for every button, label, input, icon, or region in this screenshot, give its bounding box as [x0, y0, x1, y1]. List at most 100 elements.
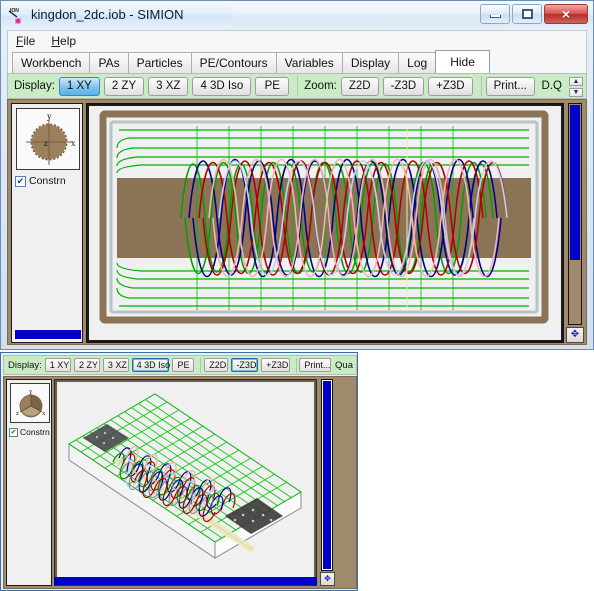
iso-zoom-button-minus-z3d[interactable]: -Z3D [231, 358, 259, 372]
iso-constrain-checkbox[interactable]: ✔ [9, 427, 18, 437]
iso-zoom-scrollbar-thumb[interactable] [323, 381, 331, 569]
svg-text:z: z [44, 138, 48, 148]
iso-toolbar-separator-2 [295, 357, 297, 373]
menu-item-help[interactable]: Help [51, 34, 76, 48]
iso-move-icon: ✥ [324, 574, 331, 583]
zoom-vertical-scrollbar[interactable] [568, 103, 582, 325]
iso-zoom-vertical-scrollbar[interactable] [321, 379, 333, 571]
spinner-up-button[interactable]: ▲ [569, 77, 583, 86]
toolbar-separator-1 [297, 76, 299, 96]
orientation-sphere-3d: y x z [16, 388, 46, 418]
display-toolbar: Display: 1 XY 2 ZY 3 XZ 4 3D Iso PE Zoom… [7, 73, 587, 99]
iso-display-button-3-xz[interactable]: 3 XZ [102, 358, 129, 372]
iso-zoom-button-z2d[interactable]: Z2D [204, 358, 229, 372]
iso-zoom-button-plus-z3d[interactable]: +Z3D [261, 358, 290, 372]
iso-orientation-panel: y x z ✔ Constrn [6, 379, 52, 586]
svg-text:x: x [71, 138, 76, 148]
display-button-3-xz[interactable]: 3 XZ [148, 76, 189, 96]
tab-hide[interactable]: Hide [435, 50, 490, 73]
svg-text:y: y [29, 388, 33, 395]
iso-display-button-1-xy[interactable]: 1 XY [44, 358, 72, 372]
constrain-row[interactable]: ✔ Constrn [15, 174, 81, 188]
orientation-horizontal-scrollbar[interactable] [15, 330, 81, 339]
zoom-button-plus-z3d[interactable]: +Z3D [428, 76, 473, 96]
menu-item-file[interactable]: File [16, 34, 35, 48]
display-button-pe[interactable]: PE [255, 76, 290, 96]
zoom-button-z2d[interactable]: Z2D [340, 76, 379, 96]
title-bar[interactable]: ION kingdon_2dc.iob - SIMION × [1, 1, 593, 29]
tab-log[interactable]: Log [398, 52, 437, 73]
pan-move-button[interactable]: ✥ [566, 327, 584, 343]
iso-constrain-label: Constrn [20, 427, 50, 437]
tab-display-label: Display [350, 56, 391, 70]
trajectory-viewport[interactable] [89, 106, 561, 340]
maximize-icon [521, 9, 533, 19]
move-icon: ✥ [570, 329, 580, 340]
display-button-4-3d-iso[interactable]: 4 3D Iso [192, 76, 252, 96]
simion-main-window: ION kingdon_2dc.iob - SIMION × File Help… [0, 0, 594, 350]
iso-workspace-area: y x z ✔ Constrn ✥ [3, 376, 357, 589]
print-button[interactable]: Print... [485, 76, 535, 96]
iso-plot-frame [54, 379, 317, 586]
zoom-toolbar-label: Zoom: [304, 80, 337, 92]
iso-display-button-pe[interactable]: PE [172, 358, 195, 372]
minimize-icon [489, 15, 501, 18]
workspace-area: y x z ✔ Constrn ✥ [7, 99, 587, 345]
iso-pan-move-button[interactable]: ✥ [320, 572, 335, 586]
iso-orientation-widget[interactable]: y x z [10, 383, 50, 423]
iso-print-button[interactable]: Print... [299, 358, 332, 372]
plot-frame [86, 103, 564, 343]
tab-bar: Workbench PAs Particles PE/Contours Vari… [7, 50, 587, 73]
zoom-scrollbar-thumb[interactable] [570, 105, 580, 260]
display-button-2-zy[interactable]: 2 ZY [103, 76, 145, 96]
trajectory-plot-3d-iso [57, 382, 314, 583]
close-icon: × [561, 6, 571, 22]
simion-ion-icon: ION [8, 8, 21, 24]
svg-text:y: y [47, 111, 52, 121]
overflow-label-dq: D.Q [541, 80, 562, 92]
minimize-button[interactable] [480, 4, 510, 24]
trajectory-plot-2d [89, 106, 559, 338]
iso-overflow-label-qua: Qua [335, 359, 353, 371]
iso-display-button-2-zy[interactable]: 2 ZY [74, 358, 100, 372]
window-title: kingdon_2dc.iob - SIMION [31, 7, 184, 22]
tab-display[interactable]: Display [341, 52, 400, 73]
simion-iso-window: Display: 1 XY 2 ZY 3 XZ 4 3D Iso PE Z2D … [0, 352, 358, 591]
constrain-label: Constrn [29, 175, 66, 187]
iso-constrain-row[interactable]: ✔ Constrn [9, 426, 51, 438]
tab-pe-contours-label: PE/Contours [199, 56, 268, 70]
display-button-1-xy[interactable]: 1 XY [58, 76, 100, 96]
tab-pas[interactable]: PAs [89, 52, 129, 73]
iso-display-toolbar-label: Display: [8, 359, 42, 371]
tab-variables-label: Variables [284, 56, 334, 70]
display-toolbar-label: Display: [14, 80, 55, 92]
svg-text:z: z [16, 410, 19, 417]
iso-horizontal-scrollbar[interactable] [54, 577, 317, 585]
tab-pe-contours[interactable]: PE/Contours [190, 52, 277, 73]
close-button[interactable]: × [544, 4, 588, 24]
menu-file-rest: ile [23, 33, 36, 48]
toolbar-separator-2 [480, 76, 482, 96]
tab-log-label: Log [407, 56, 428, 70]
iso-trajectory-viewport[interactable] [57, 382, 314, 583]
titlebar-glass-reflection [231, 3, 501, 27]
toolbar-spinner[interactable]: ▲ ▼ [569, 77, 583, 97]
svg-text:x: x [42, 410, 46, 417]
maximize-button[interactable] [512, 4, 542, 24]
tab-hide-label: Hide [450, 55, 475, 69]
tab-particles-label: Particles [136, 56, 183, 70]
orientation-sphere-2d: y x z [26, 111, 76, 165]
iso-display-button-4-3d-iso[interactable]: 4 3D Iso [131, 358, 170, 372]
tab-workbench-label: Workbench [21, 56, 82, 70]
menu-bar: File Help [7, 30, 587, 50]
tab-particles[interactable]: Particles [127, 52, 192, 73]
tab-variables[interactable]: Variables [275, 52, 343, 73]
iso-toolbar-separator-1 [200, 357, 202, 373]
spinner-down-button[interactable]: ▼ [569, 88, 583, 97]
constrain-checkbox[interactable]: ✔ [15, 175, 26, 187]
tab-workbench[interactable]: Workbench [12, 52, 91, 73]
zoom-button-minus-z3d[interactable]: -Z3D [382, 76, 425, 96]
orientation-panel: y x z ✔ Constrn [11, 103, 83, 343]
menu-help-rest: elp [60, 33, 77, 48]
orientation-widget[interactable]: y x z [16, 108, 80, 170]
